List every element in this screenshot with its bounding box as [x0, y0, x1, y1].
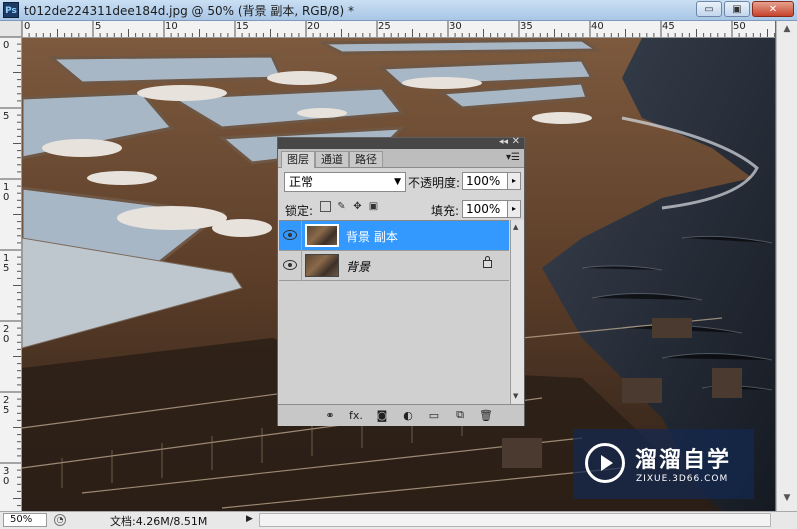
layer-name: 背景 副本 — [346, 230, 398, 244]
maximize-button[interactable]: ▣ — [724, 1, 750, 17]
layer-name: 背景 — [346, 260, 371, 274]
ruler-label: 35 — [520, 21, 533, 32]
ruler-label: 1 5 — [3, 253, 10, 274]
scroll-down-icon[interactable]: ▼ — [781, 493, 793, 505]
panel-footer: ⚭ fx. ◙ ◐ ▭ ⧉ 🗑 — [278, 404, 524, 426]
status-info-icon[interactable]: ◔ — [54, 514, 66, 526]
ruler-label: 10 — [165, 21, 178, 32]
ruler-label: 20 — [307, 21, 320, 32]
lock-label: 锁定: — [285, 204, 314, 218]
layer-list-scrollbar[interactable]: ▲ ▼ — [510, 220, 524, 404]
blend-mode-select[interactable]: 正常 ▼ — [284, 172, 406, 192]
ruler-label: 30 — [449, 21, 462, 32]
lock-brush-icon[interactable]: ✎ — [336, 201, 347, 212]
collapse-icon[interactable]: ◂◂ — [499, 137, 508, 147]
ruler-label: 2 5 — [3, 395, 10, 416]
window-controls: ▭ ▣ ✕ — [696, 1, 794, 17]
document-size-info: 文档:4.26M/8.51M — [110, 515, 208, 528]
panel-header-bar[interactable]: ◂◂ ✕ — [278, 136, 524, 149]
layer-row-background[interactable]: 背景 — [279, 251, 509, 281]
new-layer-icon[interactable]: ⧉ — [452, 408, 468, 422]
watermark-url: ZIXUE.3D66.COM — [636, 474, 729, 484]
layer-row-background-copy[interactable]: 背景 副本 — [279, 221, 509, 251]
opacity-label: 不透明度: — [408, 176, 461, 190]
opacity-input[interactable]: 100% — [462, 172, 508, 190]
ruler-label: 1 0 — [3, 182, 10, 203]
fill-label: 填充: — [431, 204, 460, 218]
ruler-label: 50 — [733, 21, 746, 32]
scroll-up-icon[interactable]: ▲ — [513, 223, 518, 231]
ruler-label: 0 — [24, 21, 31, 32]
zoom-field[interactable]: 50% — [3, 513, 47, 527]
tab-paths[interactable]: 路径 — [349, 151, 383, 167]
minimize-button[interactable]: ▭ — [696, 1, 722, 17]
layer-thumbnail — [305, 224, 339, 247]
vertical-ruler[interactable]: 0 5 1 0 1 5 2 0 2 5 3 0 — [0, 37, 22, 511]
lock-transparent-icon[interactable] — [320, 201, 331, 212]
ruler-label: 2 0 — [3, 324, 10, 345]
adjustment-icon[interactable]: ◐ — [400, 409, 416, 422]
column-divider — [301, 251, 302, 281]
ruler-label: 15 — [236, 21, 249, 32]
tab-layers[interactable]: 图层 — [281, 151, 315, 168]
layer-thumbnail — [305, 254, 339, 277]
close-button[interactable]: ✕ — [752, 1, 794, 17]
panel-tabs: 图层 通道 路径 ▾☰ — [278, 149, 524, 168]
blend-mode-value: 正常 — [289, 175, 314, 189]
mask-icon[interactable]: ◙ — [374, 409, 390, 422]
opacity-slider-arrow-icon[interactable]: ▸ — [507, 172, 521, 190]
status-menu-arrow-icon[interactable]: ▶ — [246, 514, 253, 524]
ruler-label: 25 — [378, 21, 391, 32]
panel-close-icon[interactable]: ✕ — [512, 136, 520, 147]
scroll-up-icon[interactable]: ▲ — [781, 24, 793, 36]
vertical-ruler-ticks — [0, 37, 21, 507]
ruler-label: 5 — [95, 21, 102, 32]
status-bar: 50% ◔ 文档:4.26M/8.51M ▶ — [0, 511, 797, 529]
panel-menu-icon[interactable]: ▾☰ — [506, 152, 520, 163]
document-title-bar[interactable]: Ps t012de224311dee184d.jpg @ 50% (背景 副本,… — [0, 0, 797, 21]
fill-slider-arrow-icon[interactable]: ▸ — [507, 200, 521, 218]
lock-all-icon[interactable]: ▣ — [368, 201, 379, 212]
vertical-scrollbar[interactable]: ▲ ▼ — [776, 21, 797, 511]
fill-input[interactable]: 100% — [462, 200, 508, 218]
visibility-eye-icon[interactable] — [283, 230, 297, 240]
ruler-label: 5 — [3, 111, 10, 122]
document-title: t012de224311dee184d.jpg @ 50% (背景 副本, RG… — [24, 4, 354, 18]
layers-panel: ◂◂ ✕ 图层 通道 路径 ▾☰ 正常 ▼ 不透明度: 100% ▸ 锁定: ✎… — [277, 136, 525, 426]
lock-options: ✎ ✥ ▣ — [320, 201, 379, 212]
horizontal-scrollbar[interactable] — [259, 513, 771, 527]
link-icon[interactable]: ⚭ — [322, 409, 338, 422]
fx-icon[interactable]: fx. — [348, 409, 364, 422]
horizontal-ruler[interactable]: 0 5 10 15 20 25 30 35 40 45 50 — [22, 21, 775, 38]
scroll-down-icon[interactable]: ▼ — [513, 392, 518, 400]
ruler-label: 3 0 — [3, 466, 10, 487]
play-logo-icon — [585, 443, 625, 483]
lock-icon — [483, 256, 492, 268]
photoshop-icon: Ps — [3, 2, 19, 18]
dropdown-caret-icon: ▼ — [394, 177, 401, 187]
tab-channels[interactable]: 通道 — [315, 151, 349, 167]
ruler-label: 40 — [591, 21, 604, 32]
watermark-logo: 溜溜自学 ZIXUE.3D66.COM — [573, 429, 754, 499]
column-divider — [301, 221, 302, 251]
ruler-label: 0 — [3, 40, 10, 51]
lock-move-icon[interactable]: ✥ — [352, 201, 363, 212]
trash-icon[interactable]: 🗑 — [478, 409, 494, 422]
ruler-origin[interactable] — [0, 21, 22, 37]
visibility-eye-icon[interactable] — [283, 260, 297, 270]
layer-actions: ⚭ fx. ◙ ◐ ▭ ⧉ 🗑 — [322, 408, 494, 422]
layer-list: 背景 副本 背景 — [279, 220, 509, 405]
group-icon[interactable]: ▭ — [426, 409, 442, 422]
ruler-label: 45 — [662, 21, 675, 32]
watermark-title: 溜溜自学 — [635, 448, 732, 473]
